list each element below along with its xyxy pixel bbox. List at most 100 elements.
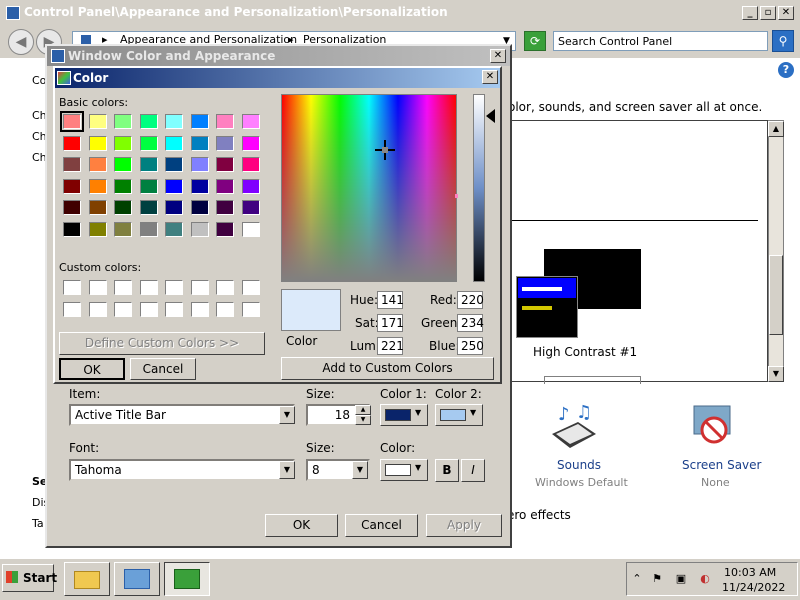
basic-color-swatch[interactable] bbox=[216, 157, 234, 173]
basic-color-swatch[interactable] bbox=[63, 178, 81, 194]
screen-saver-icon[interactable] bbox=[690, 404, 736, 450]
green-input[interactable]: 234 bbox=[457, 314, 484, 332]
scroll-down-button[interactable]: ▼ bbox=[768, 366, 784, 382]
item-select[interactable]: Active Title Bar bbox=[69, 404, 295, 426]
lum-input[interactable]: 221 bbox=[377, 337, 404, 355]
define-custom-colors-button[interactable]: Define Custom Colors >> bbox=[59, 332, 265, 355]
basic-color-swatch[interactable] bbox=[114, 178, 132, 194]
color-ok-button[interactable]: OK bbox=[59, 358, 125, 380]
scroll-up-button[interactable]: ▲ bbox=[768, 121, 784, 137]
color-cancel-button[interactable]: Cancel bbox=[130, 358, 196, 380]
close-button[interactable]: ✕ bbox=[778, 6, 794, 20]
basic-color-swatch[interactable] bbox=[190, 135, 209, 151]
custom-color-swatch[interactable] bbox=[88, 280, 107, 295]
stepper-down-icon[interactable]: ▼ bbox=[355, 415, 371, 425]
basic-color-swatch[interactable] bbox=[165, 178, 183, 194]
network-icon[interactable]: ▣ bbox=[674, 572, 688, 586]
back-button[interactable]: ◀ bbox=[8, 29, 34, 55]
custom-color-swatch[interactable] bbox=[139, 280, 158, 295]
stepper-up-icon[interactable]: ▲ bbox=[355, 405, 371, 415]
basic-color-swatch[interactable] bbox=[216, 135, 234, 151]
font-select[interactable]: Tahoma bbox=[69, 459, 295, 481]
custom-color-swatch[interactable] bbox=[190, 280, 209, 295]
search-icon[interactable]: ⚲ bbox=[772, 30, 794, 52]
custom-color-swatch[interactable] bbox=[88, 302, 107, 317]
basic-color-swatch[interactable] bbox=[216, 200, 234, 216]
hue-input[interactable]: 141 bbox=[377, 291, 404, 309]
taskbar-server-manager[interactable] bbox=[114, 562, 160, 596]
basic-color-swatch[interactable] bbox=[190, 157, 209, 173]
taskbar-control-panel[interactable] bbox=[164, 562, 210, 596]
basic-color-swatch[interactable] bbox=[139, 178, 158, 194]
basic-color-swatch[interactable] bbox=[241, 114, 260, 129]
basic-color-swatch[interactable] bbox=[88, 135, 107, 151]
screen-saver-link[interactable]: Screen Saver bbox=[682, 458, 761, 472]
basic-color-swatch[interactable] bbox=[241, 200, 260, 216]
taskbar-explorer[interactable] bbox=[64, 562, 110, 596]
apply-button[interactable]: Apply bbox=[426, 514, 502, 537]
basic-color-swatch[interactable] bbox=[60, 111, 84, 132]
scroll-thumb[interactable] bbox=[769, 255, 783, 335]
chevron-down-icon[interactable]: ▼ bbox=[279, 406, 295, 424]
search-input[interactable]: Search Control Panel bbox=[553, 31, 768, 51]
basic-color-swatch[interactable] bbox=[241, 157, 260, 173]
chevron-down-icon[interactable]: ▼ bbox=[279, 461, 295, 479]
luminosity-slider[interactable] bbox=[473, 94, 485, 282]
basic-color-swatch[interactable] bbox=[241, 178, 260, 194]
basic-color-swatch[interactable] bbox=[88, 200, 107, 216]
font-color-button[interactable]: ▼ bbox=[380, 459, 428, 481]
luminosity-arrow-icon[interactable] bbox=[486, 109, 495, 123]
basic-color-swatch[interactable] bbox=[190, 222, 209, 237]
cancel-button[interactable]: Cancel bbox=[345, 514, 418, 537]
color2-button[interactable]: ▼ bbox=[435, 404, 483, 426]
red-input[interactable]: 220 bbox=[457, 291, 484, 309]
crosshair-icon[interactable] bbox=[375, 140, 395, 160]
custom-color-swatch[interactable] bbox=[139, 302, 158, 317]
basic-color-swatch[interactable] bbox=[114, 135, 132, 151]
basic-color-swatch[interactable] bbox=[63, 157, 81, 173]
basic-color-swatch[interactable] bbox=[63, 200, 81, 216]
close-button[interactable]: ✕ bbox=[490, 49, 506, 63]
custom-color-swatch[interactable] bbox=[216, 280, 234, 295]
clock-time[interactable]: 10:03 AM bbox=[724, 566, 776, 579]
color-spectrum[interactable] bbox=[281, 94, 457, 282]
basic-color-swatch[interactable] bbox=[88, 178, 107, 194]
basic-color-swatch[interactable] bbox=[165, 114, 183, 129]
add-to-custom-colors-button[interactable]: Add to Custom Colors bbox=[281, 357, 494, 380]
custom-color-swatch[interactable] bbox=[114, 280, 132, 295]
basic-color-swatch[interactable] bbox=[114, 222, 132, 237]
maximize-button[interactable]: ▫ bbox=[760, 6, 776, 20]
close-button[interactable]: ✕ bbox=[482, 70, 498, 84]
left-link[interactable]: Ta bbox=[32, 517, 44, 530]
basic-color-swatch[interactable] bbox=[241, 222, 260, 237]
theme-preview[interactable] bbox=[544, 376, 641, 384]
sounds-icon[interactable]: ♪ ♫ bbox=[548, 404, 600, 450]
custom-color-swatch[interactable] bbox=[114, 302, 132, 317]
basic-color-swatch[interactable] bbox=[139, 157, 158, 173]
basic-color-swatch[interactable] bbox=[165, 157, 183, 173]
custom-color-swatch[interactable] bbox=[190, 302, 209, 317]
basic-color-swatch[interactable] bbox=[190, 178, 209, 194]
custom-color-swatch[interactable] bbox=[165, 302, 183, 317]
basic-color-swatch[interactable] bbox=[165, 135, 183, 151]
basic-color-swatch[interactable] bbox=[190, 200, 209, 216]
basic-color-swatch[interactable] bbox=[216, 178, 234, 194]
basic-color-swatch[interactable] bbox=[88, 157, 107, 173]
theme-label[interactable]: High Contrast #1 bbox=[533, 345, 637, 359]
italic-button[interactable]: I bbox=[461, 459, 485, 482]
basic-color-swatch[interactable] bbox=[139, 135, 158, 151]
custom-color-swatch[interactable] bbox=[63, 280, 81, 295]
themes-scrollbar[interactable] bbox=[768, 120, 784, 382]
sounds-link[interactable]: Sounds bbox=[557, 458, 601, 472]
basic-color-swatch[interactable] bbox=[139, 114, 158, 129]
custom-color-swatch[interactable] bbox=[63, 302, 81, 317]
basic-color-swatch[interactable] bbox=[165, 222, 183, 237]
custom-color-swatch[interactable] bbox=[165, 280, 183, 295]
bold-button[interactable]: B bbox=[435, 459, 459, 482]
help-icon[interactable]: ? bbox=[778, 62, 794, 78]
color1-button[interactable]: ▼ bbox=[380, 404, 428, 426]
custom-color-swatch[interactable] bbox=[241, 280, 260, 295]
basic-color-swatch[interactable] bbox=[216, 114, 234, 129]
basic-color-swatch[interactable] bbox=[139, 222, 158, 237]
volume-muted-icon[interactable]: ◐ bbox=[698, 572, 712, 586]
